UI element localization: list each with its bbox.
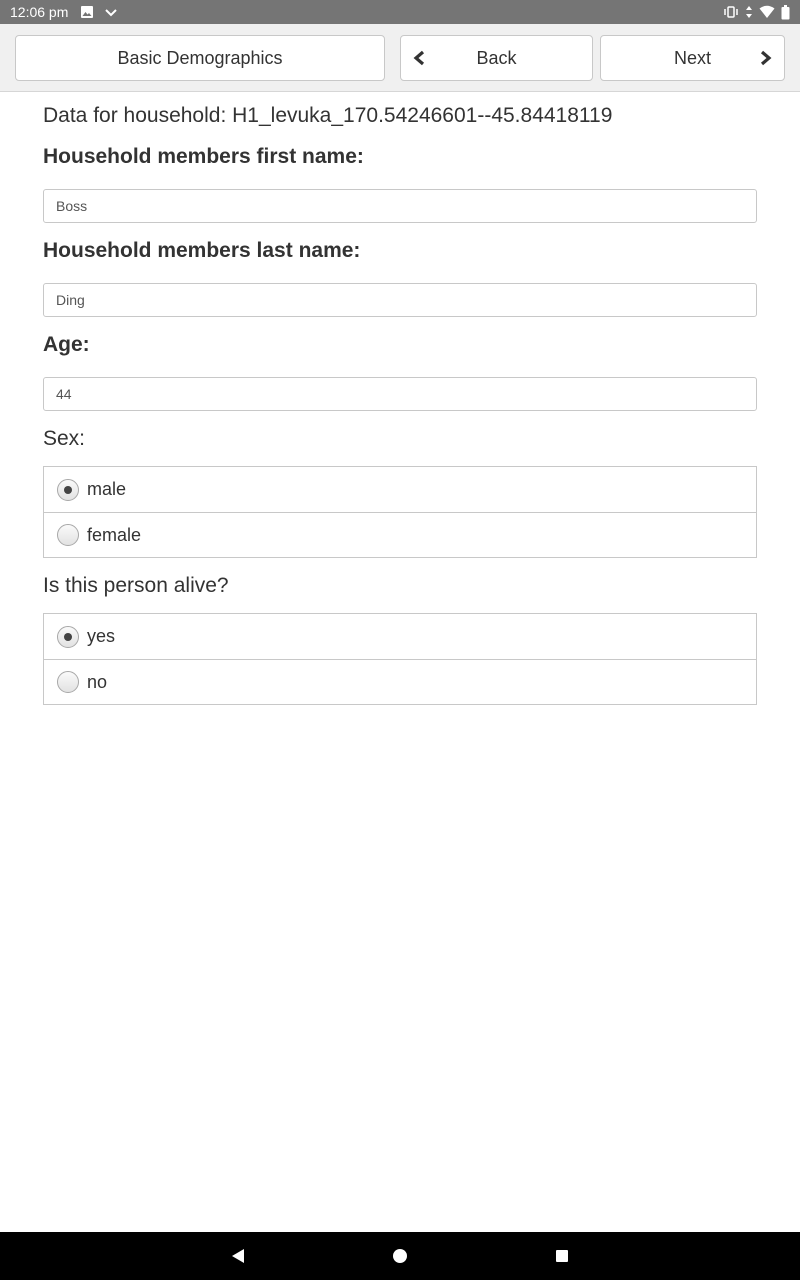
first-name-field[interactable] [43, 189, 757, 223]
first-name-label: Household members first name: [43, 145, 364, 168]
vibrate-icon [723, 5, 739, 19]
form-toolbar: Basic Demographics Back Next [0, 24, 800, 92]
wifi-icon [759, 5, 775, 19]
back-button-label: Back [476, 47, 517, 68]
chevron-left-icon [413, 50, 425, 66]
last-name-field[interactable] [43, 283, 757, 317]
radio-option-label: no [87, 671, 108, 692]
home-circle-icon[interactable] [388, 1244, 412, 1268]
radio-option-label: female [87, 524, 142, 545]
alive-option-no[interactable]: no [44, 659, 756, 704]
radio-option-label: male [87, 479, 127, 499]
age-field[interactable] [43, 377, 757, 411]
checkmark-notification-icon [104, 5, 118, 19]
data-arrows-icon [745, 5, 753, 19]
status-bar: 12:06 pm [0, 0, 800, 24]
age-label: Age: [43, 333, 90, 356]
sex-label: Sex: [43, 427, 86, 450]
alive-option-yes[interactable]: yes [44, 614, 756, 659]
radio-unselected-icon[interactable] [57, 671, 79, 693]
recents-square-icon[interactable] [550, 1244, 574, 1268]
next-button-label: Next [673, 47, 711, 68]
system-nav-bar [0, 1232, 800, 1280]
radio-option-label: yes [87, 626, 116, 646]
battery-icon [781, 4, 790, 20]
image-notification-icon [80, 5, 94, 19]
radio-selected-icon[interactable] [57, 625, 79, 648]
back-triangle-icon[interactable] [226, 1244, 250, 1268]
chevron-right-icon [760, 50, 772, 66]
alive-radio-group: yes no [43, 613, 757, 705]
back-button[interactable]: Back [400, 35, 593, 81]
radio-unselected-icon[interactable] [57, 524, 79, 546]
sex-option-female[interactable]: female [44, 512, 756, 557]
next-button[interactable]: Next [600, 35, 785, 81]
section-menu-button[interactable]: Basic Demographics [15, 35, 385, 81]
sex-radio-group: male female [43, 466, 757, 558]
radio-selected-icon[interactable] [57, 478, 79, 501]
household-info: Data for household: H1_levuka_170.542466… [43, 104, 613, 127]
alive-label: Is this person alive? [43, 574, 229, 597]
section-menu-label: Basic Demographics [117, 47, 283, 68]
last-name-label: Household members last name: [43, 239, 361, 262]
status-time: 12:06 pm [10, 4, 69, 20]
sex-option-male[interactable]: male [44, 467, 756, 512]
